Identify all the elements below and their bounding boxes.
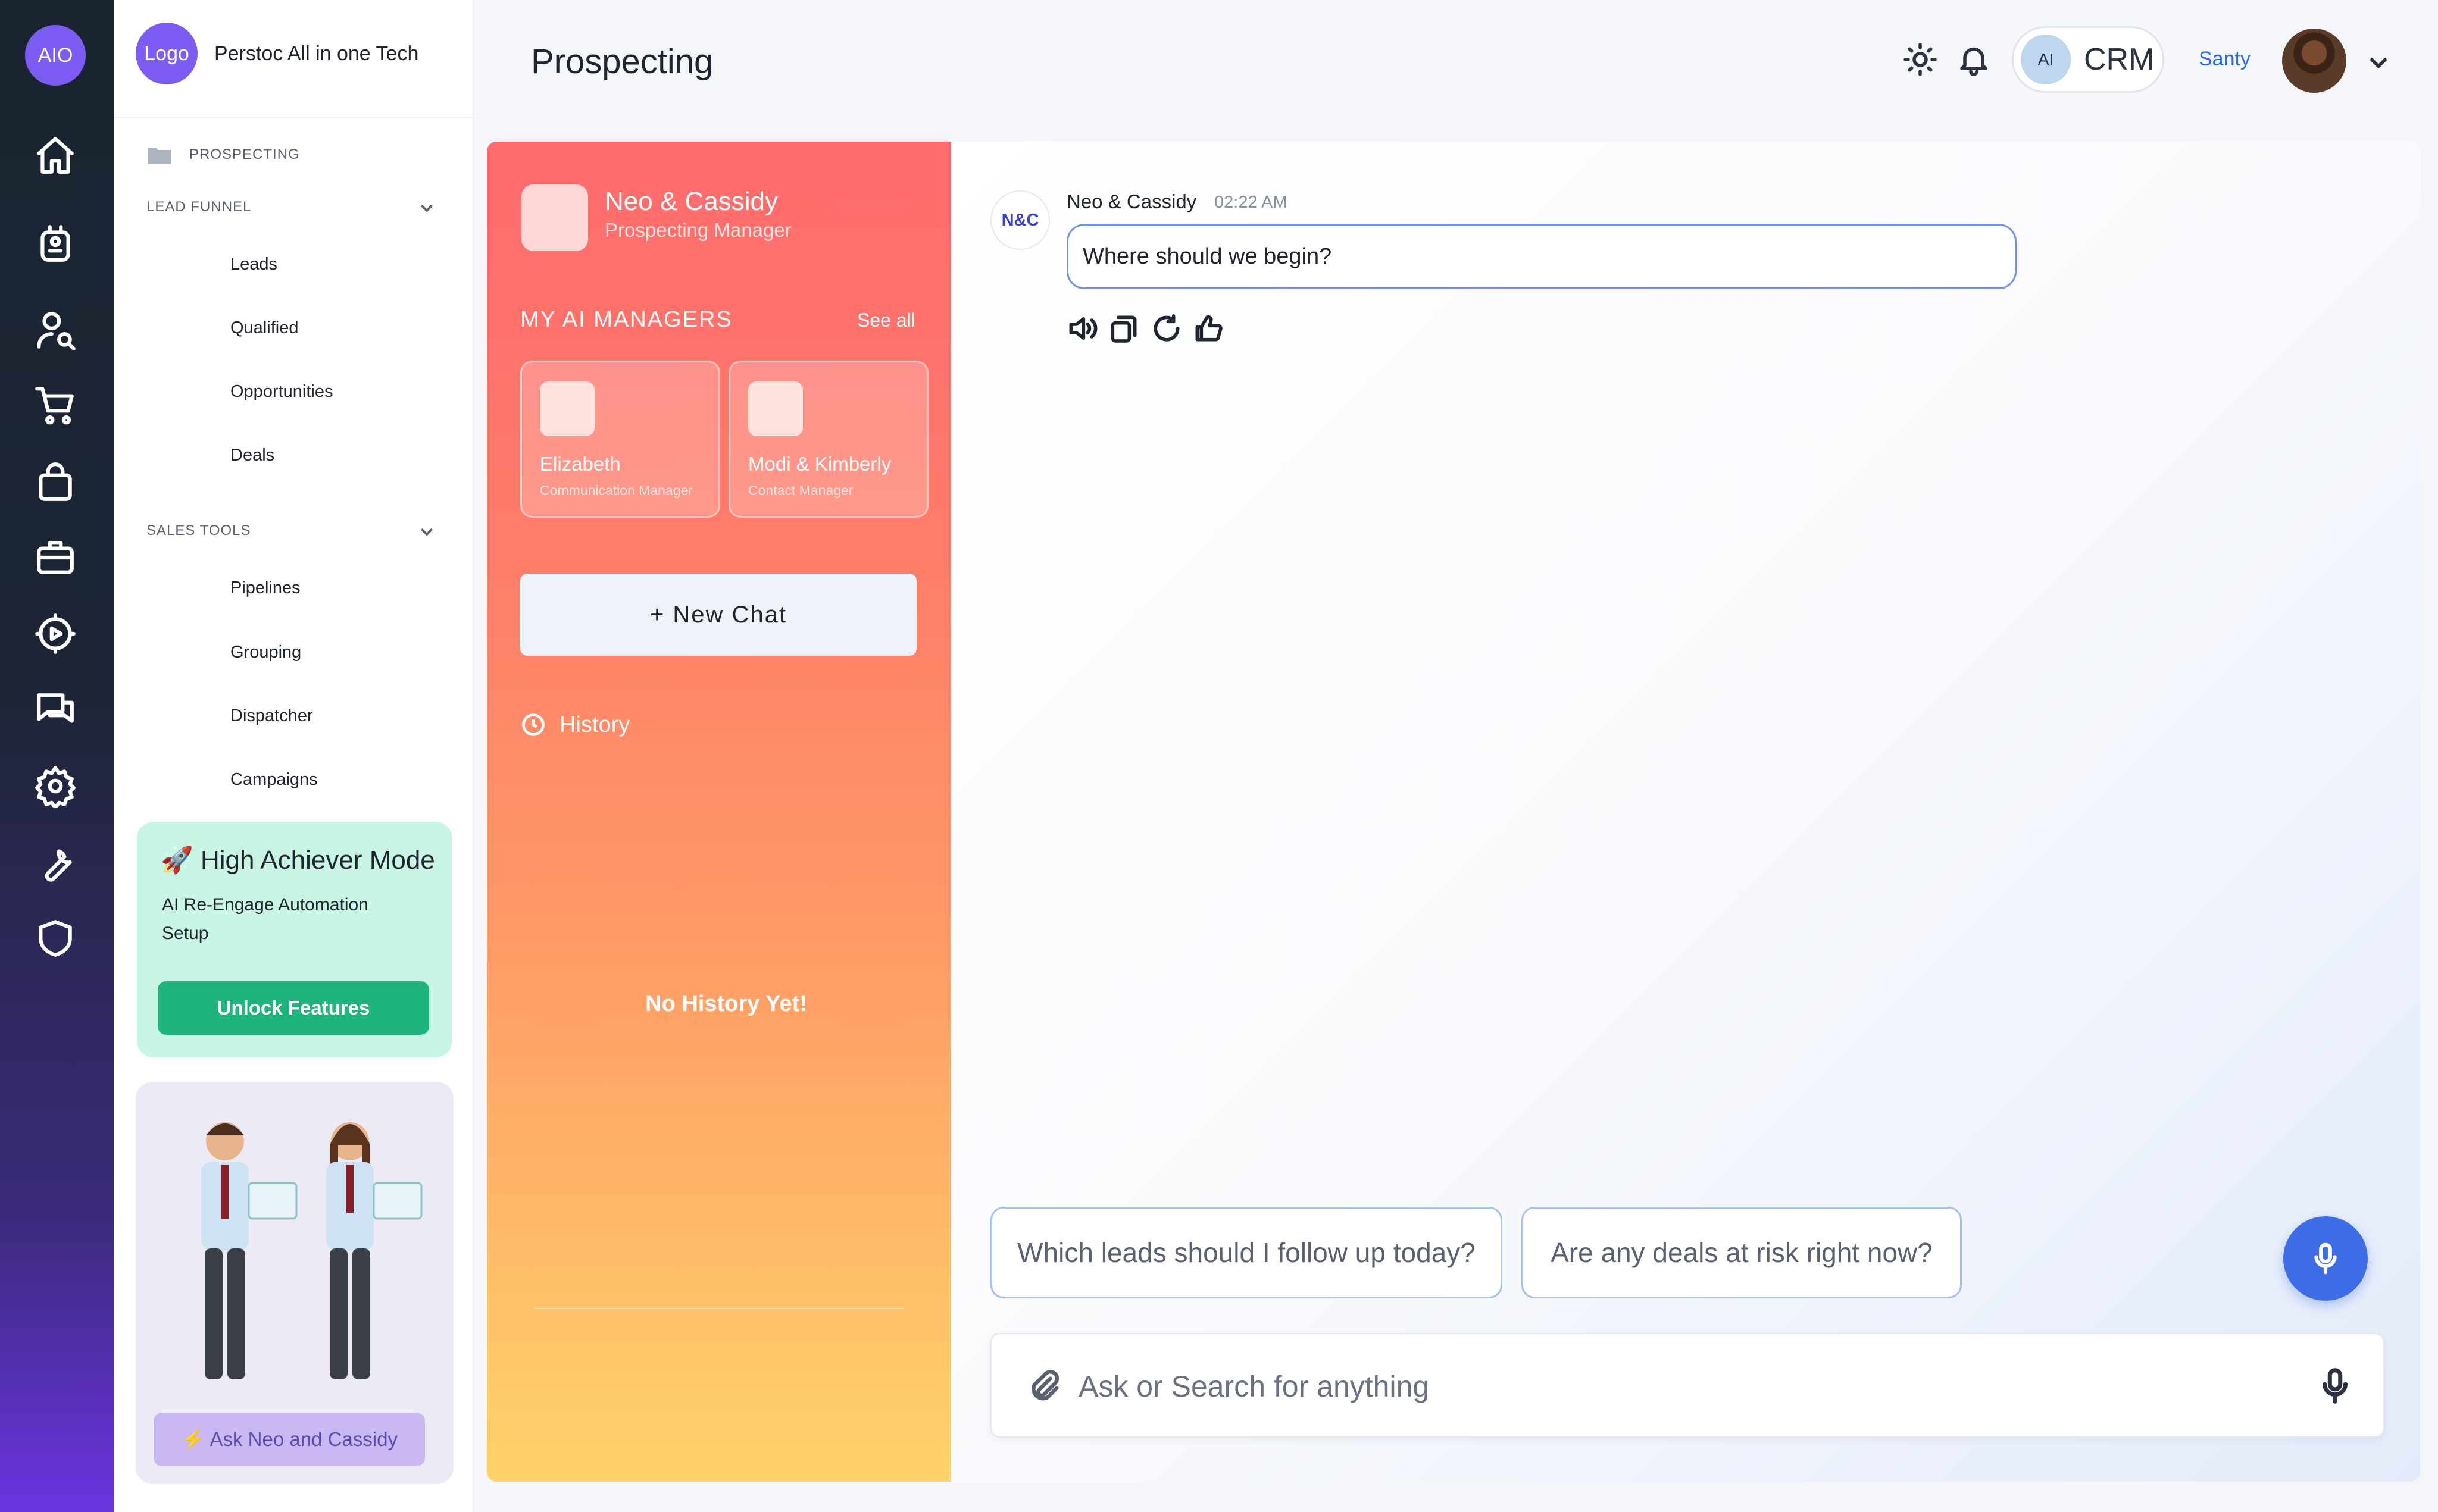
nav-section-label: LEAD FUNNEL — [146, 199, 252, 215]
nav-section-label: PROSPECTING — [189, 146, 300, 162]
ai-managers-panel: Neo & Cassidy Prospecting Manager MY AI … — [487, 142, 951, 1482]
message-sender: Neo & Cassidy — [1067, 190, 1197, 212]
unlock-features-button[interactable]: Unlock Features — [158, 981, 429, 1035]
ai-managers-promo-card: ⚡ Ask Neo and Cassidy — [136, 1082, 454, 1484]
suggestion-chip[interactable]: Which leads should I follow up today? — [990, 1207, 1502, 1298]
refresh-icon[interactable] — [1150, 312, 1183, 345]
avatar[interactable] — [2282, 29, 2346, 93]
message-bubble: Where should we begin? — [1067, 224, 2017, 289]
folder-icon — [148, 148, 171, 164]
nav-section-label: SALES TOOLS — [146, 522, 251, 539]
divider — [535, 1308, 904, 1309]
brand[interactable]: Logo Perstoc All in one Tech — [136, 23, 419, 84]
history-label: History — [560, 712, 630, 737]
ask-bar — [990, 1333, 2384, 1438]
home-icon[interactable] — [30, 130, 81, 181]
speaker-icon[interactable] — [1065, 312, 1099, 345]
history-header[interactable]: History — [520, 712, 630, 738]
manager-role: Contact Manager — [748, 483, 854, 498]
gear-icon[interactable] — [30, 760, 81, 812]
cart-icon[interactable] — [30, 380, 81, 431]
high-achiever-card: 🚀 High Achiever Mode AI Re-Engage Automa… — [137, 822, 452, 1057]
my-ai-managers-heading: MY AI MANAGERS — [520, 307, 733, 332]
voice-mode-button[interactable] — [2283, 1216, 2368, 1301]
manager-name: Elizabeth — [540, 453, 621, 475]
play-settings-icon[interactable] — [30, 608, 81, 659]
bell-icon[interactable] — [1956, 42, 1992, 77]
robot-icon[interactable] — [30, 218, 81, 269]
crm-switch-button[interactable]: AI CRM — [2012, 26, 2164, 93]
chevron-down-icon[interactable] — [418, 522, 436, 540]
sidebar-item-pipelines[interactable]: Pipelines — [230, 578, 301, 598]
sidebar-item-qualified[interactable]: Qualified — [230, 318, 298, 338]
nav-section-prospecting[interactable]: PROSPECTING — [146, 144, 300, 165]
page-title: Prospecting — [531, 42, 714, 81]
suggestion-chip[interactable]: Are any deals at risk right now? — [1521, 1207, 1962, 1298]
sidebar-item-opportunities[interactable]: Opportunities — [230, 382, 333, 402]
brand-logo: Logo — [136, 23, 198, 84]
see-all-link[interactable]: See all — [857, 309, 915, 331]
chat-area: N&C Neo & Cassidy 02:22 AM Where should … — [951, 142, 2420, 1482]
divider — [114, 117, 474, 118]
shield-icon[interactable] — [30, 913, 81, 964]
search-input[interactable] — [1079, 1358, 2269, 1415]
thumbs-up-icon[interactable] — [1192, 312, 1225, 345]
paperclip-icon[interactable] — [1025, 1367, 1063, 1405]
chevron-down-icon[interactable] — [418, 199, 436, 217]
new-chat-button[interactable]: + New Chat — [520, 574, 917, 656]
current-manager-avatar — [521, 184, 588, 251]
manager-name: Modi & Kimberly — [748, 453, 892, 475]
icon-rail: AIO — [0, 0, 114, 1512]
current-manager-role: Prospecting Manager — [605, 219, 792, 241]
sun-icon[interactable] — [1902, 42, 1938, 77]
manager-card-modi-kimberly[interactable]: Modi & Kimberly Contact Manager — [729, 361, 929, 518]
sidebar-item-leads[interactable]: Leads — [230, 255, 277, 274]
manager-role: Communication Manager — [540, 483, 693, 498]
chevron-down-icon[interactable] — [2365, 49, 2392, 75]
achiever-description: AI Re-Engage Automation Setup — [162, 895, 368, 943]
chat-icon[interactable] — [30, 684, 81, 735]
nav-section-lead-funnel[interactable]: LEAD FUNNEL — [146, 199, 251, 215]
manager-avatar — [748, 381, 803, 436]
microphone-icon[interactable] — [2314, 1365, 2356, 1407]
no-history-message: No History Yet! — [645, 991, 807, 1016]
user-search-icon[interactable] — [30, 305, 81, 356]
copy-icon[interactable] — [1107, 312, 1140, 345]
user-name[interactable]: Santy — [2199, 48, 2251, 71]
bot-avatar: N&C — [990, 190, 1050, 250]
sidebar-item-deals[interactable]: Deals — [230, 446, 274, 465]
ask-neo-cassidy-button[interactable]: ⚡ Ask Neo and Cassidy — [154, 1413, 425, 1466]
managers-illustration — [201, 1122, 423, 1379]
clock-icon — [522, 713, 545, 736]
sidebar-item-dispatcher[interactable]: Dispatcher — [230, 706, 313, 726]
brand-name: Perstoc All in one Tech — [214, 42, 419, 65]
manager-avatar — [540, 381, 595, 436]
message-time: 02:22 AM — [1214, 193, 1287, 212]
shopping-bag-icon[interactable] — [30, 457, 81, 508]
sidebar-item-campaigns[interactable]: Campaigns — [230, 770, 318, 790]
achiever-title: 🚀 High Achiever Mode — [161, 846, 435, 875]
app-logo[interactable]: AIO — [25, 25, 86, 86]
manager-card-elizabeth[interactable]: Elizabeth Communication Manager — [520, 361, 720, 518]
current-manager-name: Neo & Cassidy — [605, 187, 779, 216]
sidebar-item-grouping[interactable]: Grouping — [230, 643, 301, 662]
briefcase-icon[interactable] — [30, 532, 81, 583]
crm-ai-badge: AI — [2021, 35, 2071, 84]
nav-section-sales-tools[interactable]: SALES TOOLS — [146, 522, 251, 539]
crm-label: CRM — [2084, 42, 2155, 77]
wrench-icon[interactable] — [30, 837, 81, 888]
microphone-icon — [2314, 1242, 2337, 1275]
